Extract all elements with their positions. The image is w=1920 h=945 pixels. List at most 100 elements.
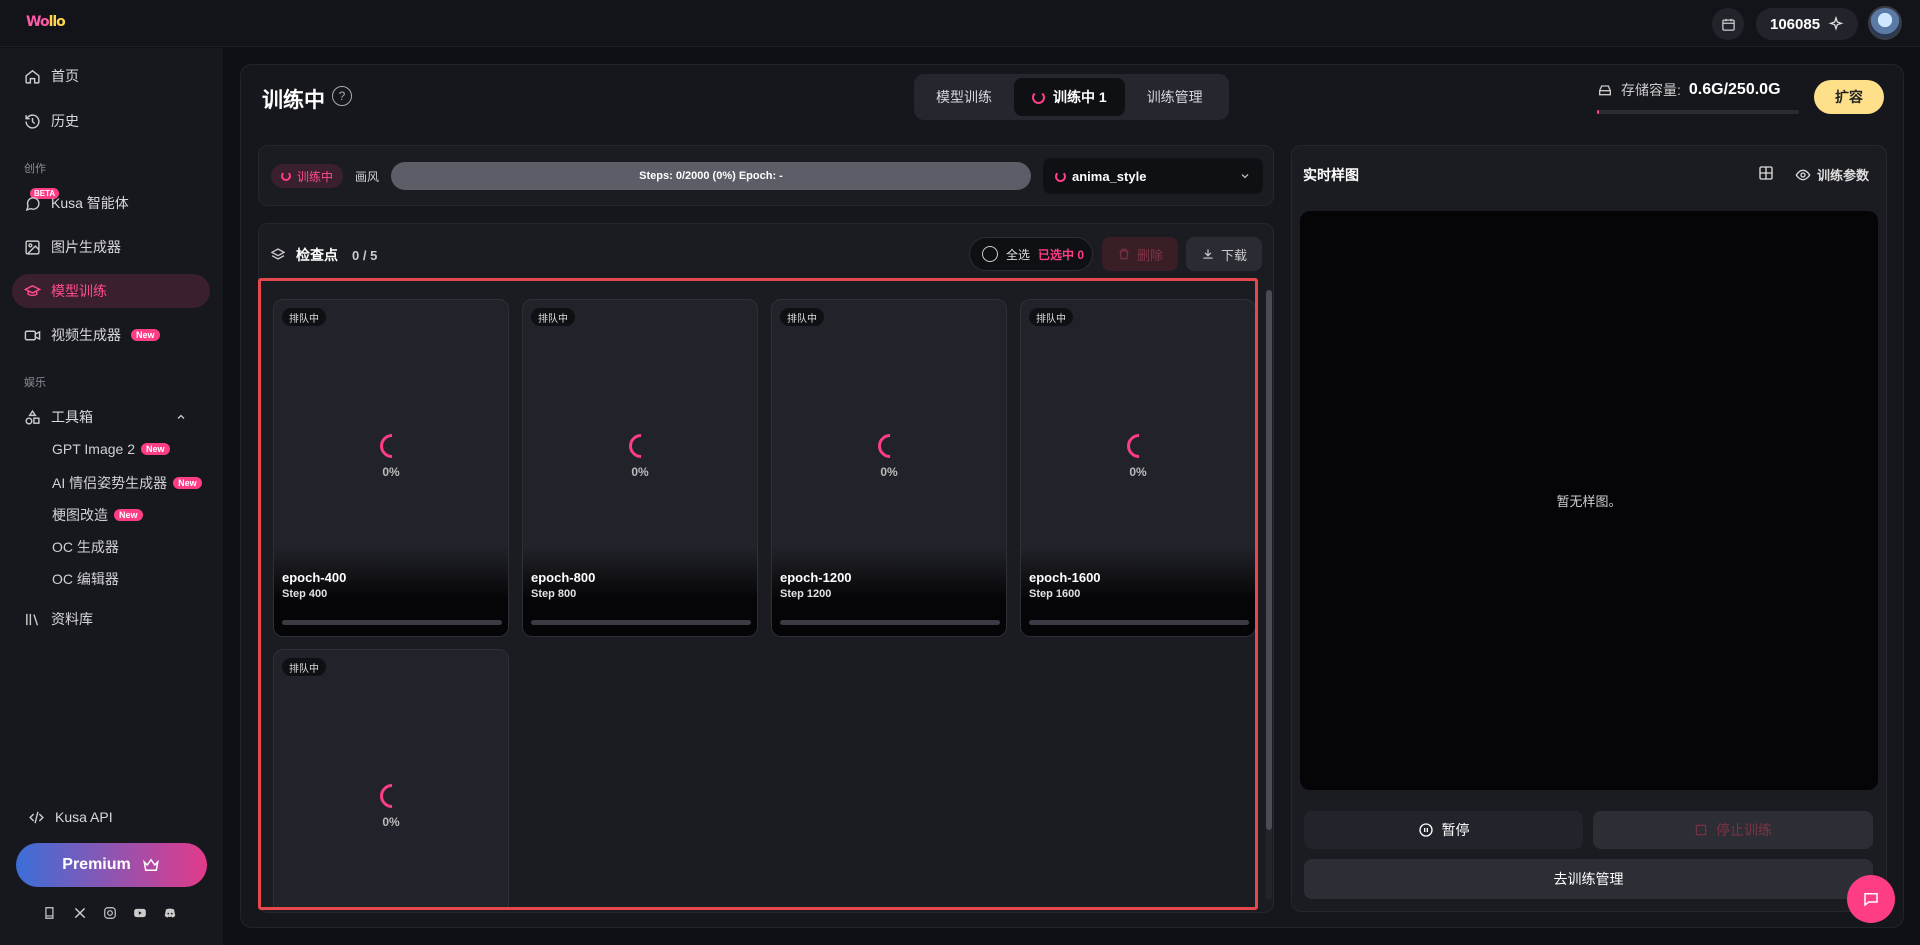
expand-storage-button[interactable]: 扩容 [1814, 80, 1884, 114]
sidebar-item-video-generator[interactable]: 视频生成器 New [12, 318, 210, 352]
sidebar-tool-item[interactable]: OC 编辑器 [52, 569, 119, 589]
storage-bar [1597, 110, 1799, 114]
status-text: 训练中 [297, 169, 334, 184]
points-badge[interactable]: 106085 [1756, 8, 1859, 40]
select-all-label: 全选 [1006, 247, 1031, 262]
sidebar-tool-item[interactable]: OC 生成器 [52, 537, 119, 557]
instagram-icon[interactable] [102, 905, 118, 921]
checkpoint-card[interactable]: 排队中 0% epoch-1200 Step 1200 [771, 299, 1007, 637]
checkpoint-step: Step 1600 [1029, 588, 1081, 600]
checkpoint-progress-bar [780, 620, 1000, 625]
download-button[interactable]: 下载 [1186, 237, 1262, 271]
empty-sample-text: 暂无样图。 [1556, 494, 1622, 509]
calendar-icon [1721, 18, 1735, 31]
checkpoint-card[interactable]: 排队中 0% epoch-1600 Step 1600 [1020, 299, 1255, 637]
sidebar-item-library[interactable]: 资料库 [12, 602, 210, 636]
model-select[interactable]: anima_style [1043, 158, 1263, 194]
sidebar-item-home[interactable]: 首页 [12, 59, 210, 93]
sample-preview: 暂无样图。 [1300, 211, 1878, 790]
select-all-toggle[interactable]: 全选 已选中 0 [969, 237, 1093, 271]
book-icon[interactable] [42, 905, 58, 921]
youtube-icon[interactable] [132, 905, 148, 921]
image-icon [25, 239, 40, 255]
sidebar-item-label: 视频生成器 [51, 327, 121, 343]
new-badge: New [131, 329, 160, 341]
sidebar-item-agent[interactable]: Kusa 智能体 [12, 186, 210, 220]
tab-bar: 模型训练 训练中 1 训练管理 [914, 74, 1229, 120]
tab-training-management[interactable]: 训练管理 [1129, 78, 1221, 116]
sidebar-item-label: 资料库 [51, 611, 93, 627]
checkpoint-name: epoch-400 [282, 570, 347, 585]
queue-badge: 排队中 [780, 308, 824, 326]
pause-button[interactable]: 暂停 [1304, 811, 1583, 849]
new-badge: New [114, 509, 143, 521]
checkpoint-percent: 0% [1129, 465, 1147, 479]
loading-spinner-icon [1122, 429, 1156, 463]
tab-training[interactable]: 训练中 1 [1014, 78, 1125, 116]
chat-support-button[interactable] [1847, 875, 1895, 923]
tab-label: 训练管理 [1146, 89, 1203, 105]
tool-label: 梗图改造 [52, 507, 108, 523]
stop-icon [1695, 824, 1707, 836]
points-value: 106085 [1770, 15, 1821, 33]
tool-label: AI 情侣姿势生成器 [52, 475, 168, 491]
sidebar-item-image-generator[interactable]: 图片生成器 [12, 230, 210, 264]
tab-model-training[interactable]: 模型训练 [918, 78, 1010, 116]
queue-badge: 排队中 [282, 658, 326, 676]
checkpoint-step: Step 1200 [780, 588, 832, 600]
checkpoint-scrollbar[interactable] [1266, 290, 1272, 900]
sidebar-tool-item[interactable]: AI 情侣姿势生成器 New [52, 473, 202, 493]
checkpoint-name: epoch-800 [531, 570, 596, 585]
new-badge: New [141, 443, 170, 455]
grid-layout-icon[interactable] [1758, 165, 1776, 183]
tool-label: GPT Image 2 [52, 441, 136, 457]
params-label: 训练参数 [1817, 168, 1870, 183]
scrollbar-thumb[interactable] [1266, 290, 1272, 830]
sidebar-item-history[interactable]: 历史 [12, 104, 210, 138]
delete-label: 删除 [1136, 247, 1163, 263]
go-training-management-button[interactable]: 去训练管理 [1304, 859, 1873, 899]
history-icon [25, 113, 40, 129]
calendar-button[interactable] [1712, 8, 1744, 40]
loading-spinner-icon [873, 429, 907, 463]
spinner-icon [1032, 90, 1045, 104]
help-icon[interactable]: ? [332, 86, 352, 106]
pause-label: 暂停 [1441, 822, 1470, 838]
checkpoint-card[interactable]: 排队中 0% [273, 649, 509, 907]
premium-button[interactable]: Premium [16, 843, 207, 887]
chevron-down-icon [1241, 174, 1249, 179]
user-avatar[interactable] [1868, 6, 1902, 40]
checkpoint-name: epoch-1200 [780, 570, 852, 585]
style-label: 画风 [355, 170, 380, 184]
checkpoint-step: Step 400 [282, 588, 328, 600]
discord-icon[interactable] [162, 905, 178, 921]
delete-button[interactable]: 删除 [1102, 237, 1178, 271]
graduation-cap-icon [24, 284, 41, 296]
sidebar-item-toolbox[interactable]: 工具箱 [12, 400, 210, 434]
loading-spinner-icon [375, 429, 409, 463]
trash-icon [1119, 248, 1129, 260]
checkpoint-card[interactable]: 排队中 0% epoch-800 Step 800 [522, 299, 758, 637]
checkpoint-grid: 排队中 0% epoch-400 Step 400 排队中 0% epoch-800 Step… [258, 278, 1258, 910]
checkpoint-percent: 0% [880, 465, 898, 479]
sidebar-item-api[interactable]: Kusa API [16, 800, 214, 834]
sidebar-item-label: Kusa API [55, 809, 113, 825]
chevron-up-icon [177, 414, 185, 419]
sidebar-tool-item[interactable]: 梗图改造 New [52, 505, 143, 525]
sidebar-item-model-training[interactable]: 模型训练 [12, 274, 210, 308]
training-params-button[interactable]: 训练参数 [1795, 165, 1869, 184]
top-bar: Wollo 106085 [0, 0, 1920, 47]
checkpoint-progress-bar [531, 620, 751, 625]
stop-training-button[interactable]: 停止训练 [1593, 811, 1873, 849]
checkpoint-header: 检查点 0 / 5 [270, 245, 377, 265]
sidebar-item-label: 工具箱 [51, 409, 93, 425]
training-status-row: 训练中 画风 Steps: 0/2000 (0%) Epoch: - anima… [258, 145, 1274, 206]
queue-badge: 排队中 [1029, 308, 1073, 326]
x-icon[interactable] [72, 905, 88, 921]
sidebar-tool-item[interactable]: GPT Image 2 New [52, 441, 170, 457]
video-icon [24, 330, 41, 340]
checkpoint-card[interactable]: 排队中 0% epoch-400 Step 400 [273, 299, 509, 637]
hard-drive-icon [1599, 85, 1611, 96]
app-logo[interactable]: Wollo [26, 14, 66, 30]
pause-icon [1418, 823, 1433, 837]
